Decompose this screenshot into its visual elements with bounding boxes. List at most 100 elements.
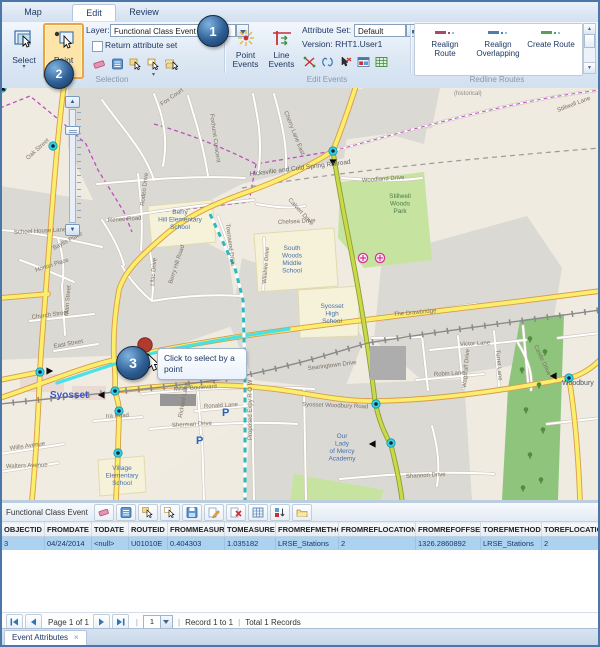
panel-list-button[interactable] <box>116 504 136 521</box>
redline-realign-overlapping-button[interactable]: Realign Overlapping <box>473 25 523 70</box>
table-cell[interactable]: 0.404303 <box>168 537 225 551</box>
eraser-icon <box>93 58 106 70</box>
panel-select-remove-button[interactable] <box>160 504 180 521</box>
tab-edit[interactable]: Edit <box>72 4 116 21</box>
table-cell[interactable]: 2 <box>339 537 416 551</box>
panel-edit-button[interactable] <box>204 504 224 521</box>
record-total-label: Total 1 Records <box>245 618 301 627</box>
table-cell[interactable]: 04/24/2014 <box>45 537 92 551</box>
column-header-fromrefmethod[interactable]: FROMREFMETHOD <box>276 523 339 537</box>
attribute-table: OBJECTIDFROMDATETODATEROUTEIDFROMMEASURE… <box>2 522 600 550</box>
redline-button-label: Realign Route <box>420 40 470 58</box>
map-label: Ira Road <box>106 413 129 420</box>
eraser-icon <box>98 507 110 518</box>
cursor-remove-icon <box>164 507 176 518</box>
record-range-label: Record 1 to 1 <box>185 618 233 627</box>
edit-table-button[interactable] <box>372 53 390 70</box>
tab-review[interactable]: Review <box>120 4 168 21</box>
column-header-routeid[interactable]: ROUTEID <box>129 523 168 537</box>
column-header-fromrefoffset[interactable]: FROMREFOFFSET <box>416 523 481 537</box>
app-window: Map Edit Review Select ▾ Point ▾ Layer: … <box>0 0 600 647</box>
zoom-slider-handle[interactable] <box>65 126 80 135</box>
tab-event-attributes[interactable]: Event Attributes× <box>4 630 87 646</box>
delete-page-icon <box>230 507 242 518</box>
close-icon[interactable]: × <box>74 633 79 642</box>
point-events-button[interactable]: Point Events <box>227 23 264 77</box>
ribbon-tab-bar: Map Edit Review <box>2 2 598 23</box>
selection-list-button[interactable] <box>108 55 126 72</box>
cursor-add-icon <box>129 58 142 70</box>
panel-save-button[interactable] <box>182 504 202 521</box>
prev-page-icon <box>30 618 37 626</box>
table-cell[interactable]: 3 <box>2 537 45 551</box>
map-label: Proposed Expy R O W <box>248 379 254 440</box>
save-icon <box>186 507 198 518</box>
scroll-down-icon[interactable]: ▼ <box>584 62 595 73</box>
folder-open-icon <box>296 507 308 518</box>
map-label: Stillwell Lane <box>557 95 592 113</box>
attribute-set-label: Attribute Set: <box>302 25 351 35</box>
panel-header: Functional Class Event <box>2 503 598 522</box>
return-attribute-set-label: Return attribute set <box>105 40 177 50</box>
table-cell[interactable]: 2 <box>542 537 600 551</box>
panel-open-button[interactable] <box>292 504 312 521</box>
column-header-frommeasure[interactable]: FROMMEASURE <box>168 523 225 537</box>
zoom-out-icon[interactable]: ▼ <box>65 224 80 236</box>
edit-window-button[interactable] <box>354 53 372 70</box>
table-cell[interactable]: 1.035182 <box>225 537 276 551</box>
edit-flip-button[interactable] <box>318 53 336 70</box>
column-header-fromreflocation[interactable]: FROMREFLOCATION <box>339 523 416 537</box>
zoom-slider[interactable]: ▲ ▼ <box>64 96 82 236</box>
zoom-in-icon[interactable]: ▲ <box>65 96 80 108</box>
column-header-fromdate[interactable]: FROMDATE <box>45 523 92 537</box>
attribute-set-combobox[interactable]: Default <box>354 24 406 37</box>
page-number-input[interactable]: 1 <box>143 615 161 629</box>
panel-table-button[interactable] <box>248 504 268 521</box>
table-cell[interactable]: U01010E <box>129 537 168 551</box>
return-attribute-set-checkbox[interactable] <box>92 41 103 52</box>
select-add-button[interactable] <box>126 55 144 72</box>
select-button[interactable]: Select ▾ <box>5 23 43 77</box>
line-events-button[interactable]: Line Events <box>263 23 300 77</box>
map-label: P <box>196 435 203 447</box>
tab-map[interactable]: Map <box>12 4 54 21</box>
edit-events-group-label: Edit Events <box>257 75 397 84</box>
edit-node-button[interactable] <box>300 53 318 70</box>
redline-scrollbar[interactable]: ▲ ▼ <box>583 23 596 74</box>
edit-page-icon <box>208 507 220 518</box>
column-header-torefmethod[interactable]: TOREFMETHOD <box>481 523 542 537</box>
redline-line-icon <box>488 27 508 39</box>
map-view[interactable]: Fox CourtFoxhurst CrescentCherry Lane Ea… <box>2 88 598 500</box>
redline-button-label: Create Route <box>526 40 576 49</box>
panel-sort-button[interactable] <box>270 504 290 521</box>
panel-clear-button[interactable] <box>94 504 114 521</box>
table-cell[interactable]: <null> <box>92 537 129 551</box>
redline-realign-route-button[interactable]: Realign Route <box>420 25 470 70</box>
column-header-todate[interactable]: TODATE <box>92 523 129 537</box>
clear-selection-button[interactable] <box>90 55 108 72</box>
select-layers-button[interactable] <box>162 55 180 72</box>
redline-create-route-button[interactable]: Create Route <box>526 25 576 70</box>
map-label: (historical) <box>454 91 482 97</box>
version-label: Version: RHT1.User1 <box>302 39 382 49</box>
select-dropdown-caret[interactable]: ▾ <box>6 65 42 69</box>
panel-select-add-button[interactable] <box>138 504 158 521</box>
table-cell[interactable]: LRSE_Stations <box>276 537 339 551</box>
column-header-objectid[interactable]: OBJECTID <box>2 523 45 537</box>
table-header-row: OBJECTIDFROMDATETODATEROUTEIDFROMMEASURE… <box>2 523 600 537</box>
panel-delete-button[interactable] <box>226 504 246 521</box>
select-remove-button[interactable] <box>144 55 162 72</box>
callout-3: 3 <box>116 346 150 380</box>
edit-cursor-x-button[interactable] <box>336 53 354 70</box>
column-header-toreflocation[interactable]: TOREFLOCATION <box>542 523 600 537</box>
column-header-tomeasure[interactable]: TOMEASURE <box>225 523 276 537</box>
point-select-icon <box>52 28 76 52</box>
list-icon <box>120 507 132 518</box>
sort-icon <box>274 507 286 518</box>
map-canvas: Fox CourtFoxhurst CrescentCherry Lane Ea… <box>2 88 598 500</box>
page-number-dropdown[interactable] <box>161 615 173 629</box>
table-cell[interactable]: 1326.2860892 <box>416 537 481 551</box>
table-row[interactable]: 304/24/2014<null>U01010E0.4043031.035182… <box>2 537 600 551</box>
scroll-thumb[interactable] <box>584 34 595 48</box>
table-cell[interactable]: LRSE_Stations <box>481 537 542 551</box>
